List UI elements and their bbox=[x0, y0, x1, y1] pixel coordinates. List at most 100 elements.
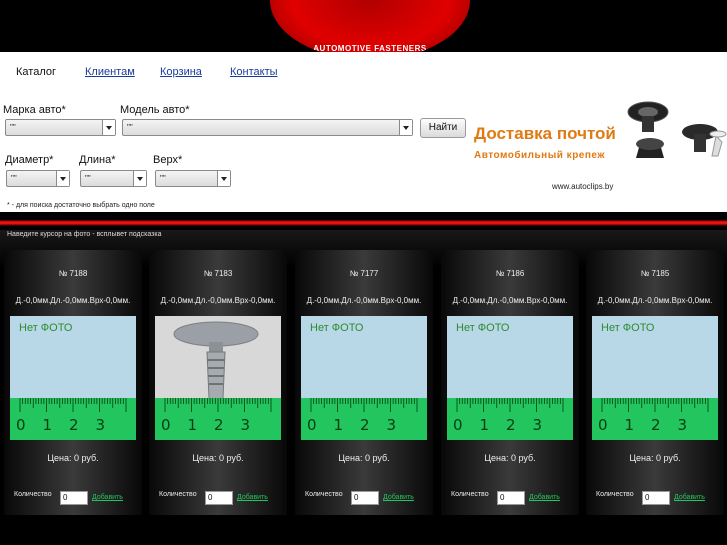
ruler-number: 1 bbox=[334, 416, 344, 434]
product-card[interactable]: № 7186 Д.-0,0мм.Дл.-0,0мм.Врх-0,0мм. Нет… bbox=[441, 250, 579, 515]
ruler: 0123 bbox=[10, 398, 136, 440]
product-dimensions: Д.-0,0мм.Дл.-0,0мм.Врх-0,0мм. bbox=[452, 296, 568, 305]
promo-subtitle: Автомобильный крепеж bbox=[474, 150, 605, 161]
product-dimensions: Д.-0,0мм.Дл.-0,0мм.Врх-0,0мм. bbox=[15, 296, 131, 305]
nav-item-contacts[interactable]: Контакты bbox=[230, 66, 278, 78]
no-photo-label: Нет ФОТО bbox=[456, 322, 510, 334]
brand-label: Марка авто* bbox=[3, 104, 66, 116]
quantity-label: Количество bbox=[596, 491, 634, 498]
product-card[interactable]: № 7183 Д.-0,0мм.Дл.-0,0мм.Врх-0,0мм. 012… bbox=[149, 250, 287, 515]
ruler-number: 0 bbox=[453, 416, 463, 434]
ruler-number: 3 bbox=[678, 416, 688, 434]
promo-url: www.autoclips.by bbox=[552, 182, 614, 191]
ruler-scale: 0123 bbox=[453, 398, 564, 434]
ruler: 0123 bbox=[301, 398, 427, 440]
ruler-number: 0 bbox=[598, 416, 608, 434]
ruler-number: 1 bbox=[480, 416, 490, 434]
product-number: № 7188 bbox=[58, 269, 88, 278]
promo-banner[interactable]: Доставка почтой Автомобильный крепеж www… bbox=[470, 92, 727, 212]
chevron-down-icon bbox=[399, 120, 412, 135]
quantity-input[interactable]: 0 bbox=[205, 491, 233, 505]
no-photo-label: Нет ФОТО bbox=[601, 322, 655, 334]
ruler-number: 1 bbox=[625, 416, 635, 434]
ruler-scale: 0123 bbox=[161, 398, 272, 434]
model-select-value: "" bbox=[127, 123, 133, 132]
product-photo[interactable]: Нет ФОТО 0123 bbox=[301, 316, 427, 440]
product-card[interactable]: № 7177 Д.-0,0мм.Дл.-0,0мм.Врх-0,0мм. Нет… bbox=[295, 250, 433, 515]
ruler: 0123 bbox=[592, 398, 718, 440]
no-photo-label: Нет ФОТО bbox=[310, 322, 364, 334]
quantity-label: Количество bbox=[159, 491, 197, 498]
top-select-value: "" bbox=[160, 174, 166, 183]
chevron-down-icon bbox=[133, 171, 146, 186]
quantity-input[interactable]: 0 bbox=[642, 491, 670, 505]
add-to-cart-link[interactable]: Добавить bbox=[674, 494, 705, 501]
ruler-number: 3 bbox=[241, 416, 251, 434]
product-photo[interactable]: Нет ФОТО 0123 bbox=[592, 316, 718, 440]
find-button[interactable]: Найти bbox=[420, 118, 466, 138]
product-dimensions: Д.-0,0мм.Дл.-0,0мм.Врх-0,0мм. bbox=[306, 296, 422, 305]
length-select[interactable]: "" bbox=[80, 170, 147, 187]
product-photo[interactable]: Нет ФОТО 0123 bbox=[10, 316, 136, 440]
brand-select[interactable]: "" bbox=[5, 119, 116, 136]
ruler-scale: 0123 bbox=[307, 398, 418, 434]
nav-item-clients[interactable]: Клиентам bbox=[85, 66, 135, 78]
search-panel: Каталог Клиентам Корзина Контакты Марка … bbox=[0, 52, 727, 212]
quantity-input[interactable]: 0 bbox=[351, 491, 379, 505]
product-photo[interactable]: 0123 bbox=[155, 316, 281, 440]
product-photo[interactable]: Нет ФОТО 0123 bbox=[447, 316, 573, 440]
add-to-cart-link[interactable]: Добавить bbox=[383, 494, 414, 501]
brand-select-value: "" bbox=[10, 123, 16, 132]
ruler-number: 2 bbox=[69, 416, 79, 434]
diameter-select[interactable]: "" bbox=[6, 170, 70, 187]
model-select[interactable]: "" bbox=[122, 119, 413, 136]
add-to-cart-link[interactable]: Добавить bbox=[92, 494, 123, 501]
ruler-number: 3 bbox=[387, 416, 397, 434]
add-to-cart-link[interactable]: Добавить bbox=[529, 494, 560, 501]
ruler-number: 1 bbox=[43, 416, 53, 434]
quantity-label: Количество bbox=[14, 491, 52, 498]
product-price: Цена: 0 руб. bbox=[484, 453, 536, 463]
length-label: Длина* bbox=[79, 154, 116, 166]
product-number: № 7186 bbox=[495, 269, 525, 278]
ruler-number: 2 bbox=[360, 416, 370, 434]
quantity-input[interactable]: 0 bbox=[497, 491, 525, 505]
hover-hint: Наведите курсор на фото - всплывет подск… bbox=[7, 231, 162, 238]
chevron-down-icon bbox=[56, 171, 69, 186]
top-label: Верх* bbox=[153, 154, 183, 166]
add-to-cart-link[interactable]: Добавить bbox=[237, 494, 268, 501]
red-divider bbox=[0, 212, 727, 230]
product-price: Цена: 0 руб. bbox=[47, 453, 99, 463]
quantity-input[interactable]: 0 bbox=[60, 491, 88, 505]
quantity-label: Количество bbox=[451, 491, 489, 498]
ruler-number: 3 bbox=[533, 416, 543, 434]
diameter-select-value: "" bbox=[11, 174, 17, 183]
diameter-label: Диаметр* bbox=[5, 154, 54, 166]
ruler-scale: 0123 bbox=[16, 398, 127, 434]
product-card[interactable]: № 7185 Д.-0,0мм.Дл.-0,0мм.Врх-0,0мм. Нет… bbox=[586, 250, 724, 515]
chevron-down-icon bbox=[217, 171, 230, 186]
promo-title: Доставка почтой bbox=[474, 124, 616, 143]
ruler-number: 0 bbox=[16, 416, 26, 434]
product-dimensions: Д.-0,0мм.Дл.-0,0мм.Врх-0,0мм. bbox=[597, 296, 713, 305]
ruler: 0123 bbox=[155, 398, 281, 440]
clip-photo-icon bbox=[627, 101, 727, 158]
ruler-number: 2 bbox=[506, 416, 516, 434]
product-number: № 7185 bbox=[640, 269, 670, 278]
product-price: Цена: 0 руб. bbox=[338, 453, 390, 463]
top-select[interactable]: "" bbox=[155, 170, 231, 187]
search-hint: * - для поиска достаточно выбрать одно п… bbox=[7, 202, 155, 209]
ruler-number: 3 bbox=[96, 416, 106, 434]
ruler-number: 1 bbox=[188, 416, 198, 434]
nav-item-cart[interactable]: Корзина bbox=[160, 66, 202, 78]
product-dimensions: Д.-0,0мм.Дл.-0,0мм.Врх-0,0мм. bbox=[160, 296, 276, 305]
model-label: Модель авто* bbox=[120, 104, 190, 116]
nav-item-catalog[interactable]: Каталог bbox=[16, 66, 56, 78]
ruler-scale: 0123 bbox=[598, 398, 709, 434]
product-price: Цена: 0 руб. bbox=[629, 453, 681, 463]
ruler-number: 2 bbox=[651, 416, 661, 434]
product-card[interactable]: № 7188 Д.-0,0мм.Дл.-0,0мм.Врх-0,0мм. Нет… bbox=[4, 250, 142, 515]
logo[interactable]: AUTOMOTIVE FASTENERS bbox=[270, 0, 470, 60]
chevron-down-icon bbox=[102, 120, 115, 135]
header-bar: AUTOMOTIVE FASTENERS bbox=[0, 0, 727, 60]
